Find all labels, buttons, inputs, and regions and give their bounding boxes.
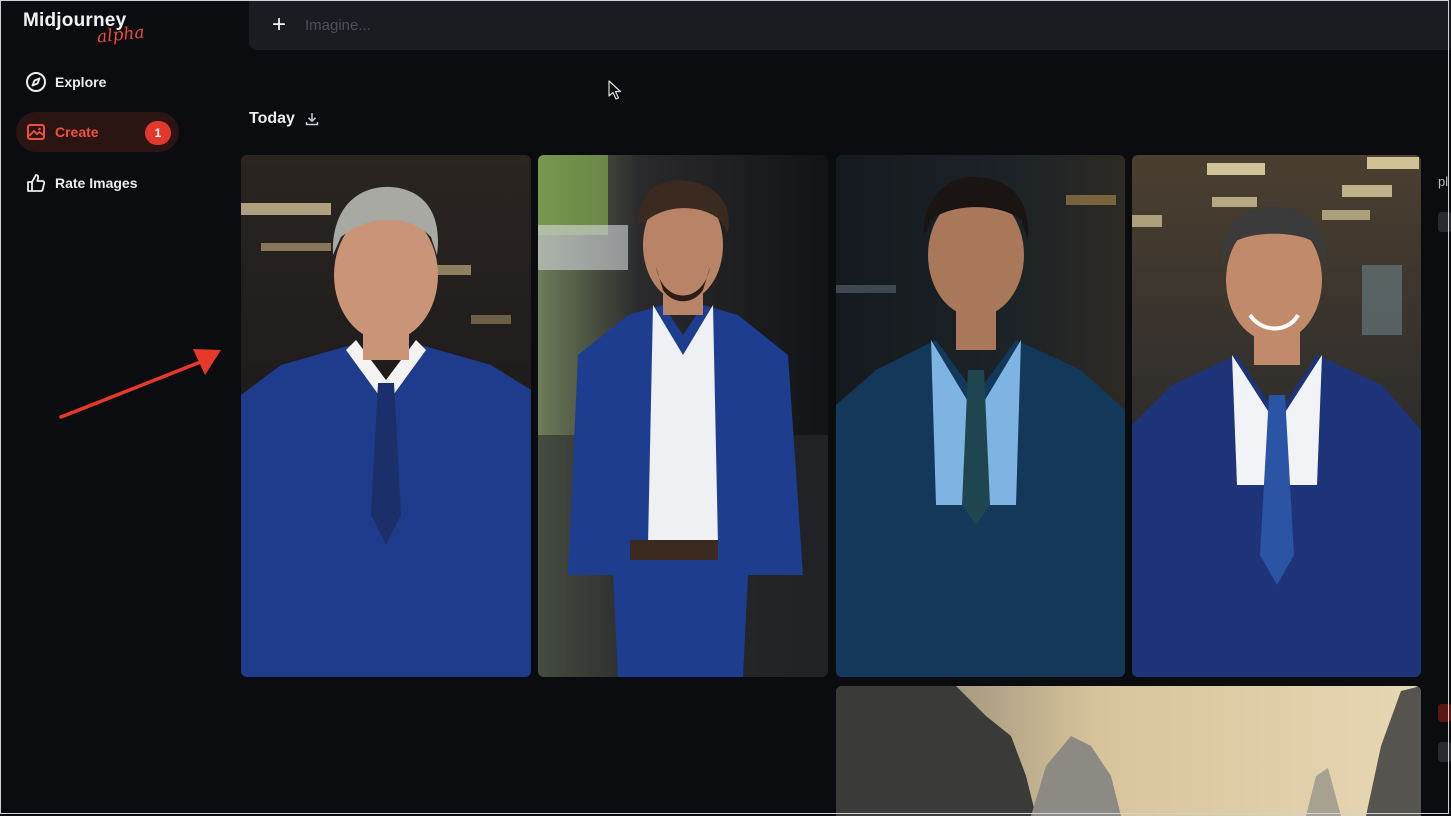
generated-image-1[interactable] [241,155,531,677]
cutoff-red-chip[interactable] [1438,704,1451,722]
mouse-cursor-icon [607,80,623,107]
notification-count-badge: 1 [145,121,171,145]
image-icon [25,121,47,143]
sidebar-item-explore[interactable]: Explore [16,62,179,102]
sidebar-item-label: Rate Images [55,175,138,191]
cutoff-chip[interactable] [1438,742,1451,762]
annotation-arrow [55,345,230,430]
sidebar-item-create[interactable]: Create 1 [16,112,179,152]
section-title: Today [249,110,295,127]
sidebar-item-label: Explore [55,74,107,90]
add-icon[interactable]: + [269,11,289,39]
generated-image-3[interactable] [836,155,1125,677]
thumbs-up-icon [25,172,47,194]
generated-image-2[interactable] [538,155,828,677]
alpha-badge: alpha [96,22,146,48]
sidebar-item-label: Create [55,124,99,140]
section-header-today: Today [249,110,319,128]
generated-image-4[interactable] [1132,155,1421,677]
download-icon[interactable] [305,112,319,126]
cutoff-text: pl [1438,174,1449,189]
logo[interactable]: Midjourney alpha [23,10,145,47]
cutoff-chip[interactable] [1438,212,1451,232]
generated-image-5[interactable] [836,686,1421,816]
compass-icon [25,71,47,93]
sidebar-item-rate-images[interactable]: Rate Images [16,163,179,203]
imagine-prompt-input[interactable] [303,15,1207,35]
prompt-bar: + [249,0,1451,50]
